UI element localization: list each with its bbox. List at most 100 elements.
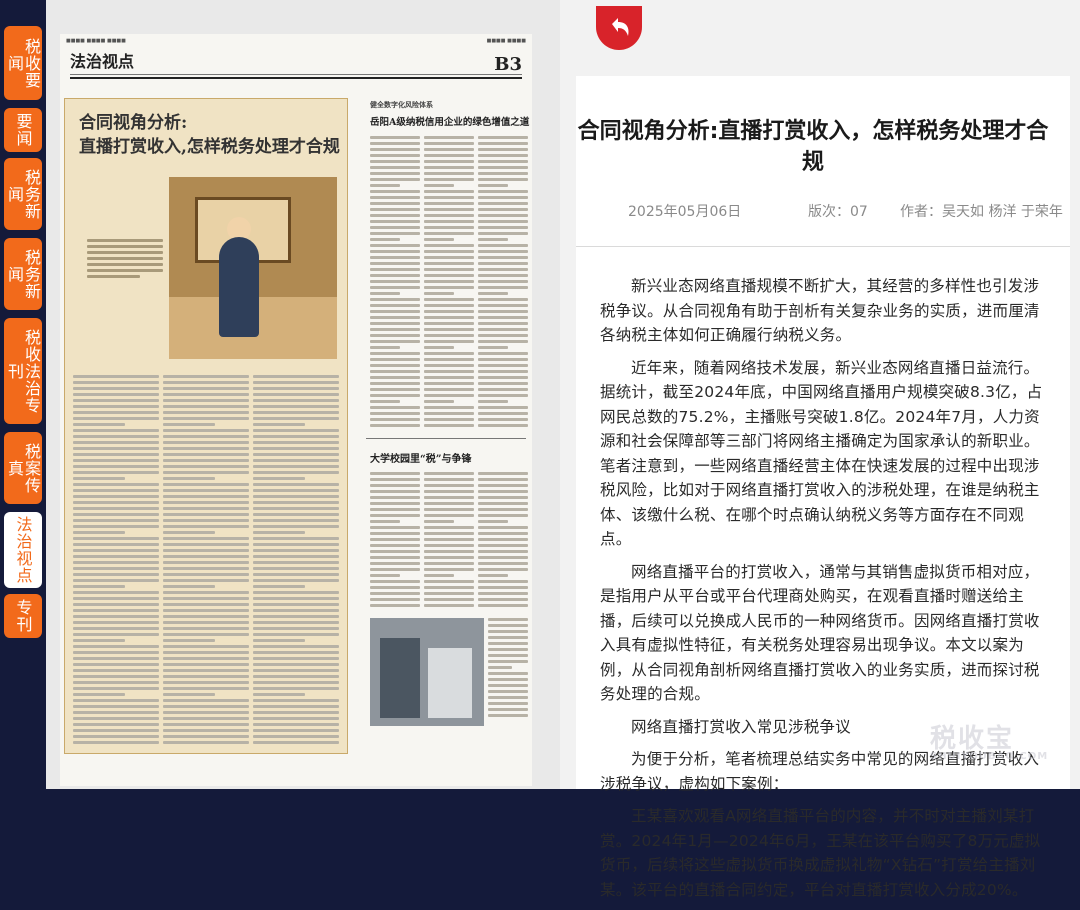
text-line: [478, 178, 528, 181]
text-line: [253, 693, 305, 696]
text-line: [163, 717, 249, 720]
text-line: [424, 292, 454, 295]
tab-tax-headlines[interactable]: 税收要闻: [4, 26, 42, 100]
text-line: [163, 465, 249, 468]
text-line: [478, 208, 528, 211]
text-line: [478, 322, 528, 325]
text-line: [424, 394, 474, 397]
section-tab-bar: 税收要闻 要闻 税务新闻 税务新闻 税收法治专刊 税案传真 法治视点 专刊: [0, 0, 46, 789]
text-line: [73, 585, 125, 588]
back-button[interactable]: [596, 6, 642, 50]
article-body: 新兴业态网络直播规模不断扩大，其经营的多样性也引发涉税争议。从合同视角有助于剖析…: [600, 274, 1050, 910]
text-line: [253, 537, 339, 540]
text-line: [424, 514, 474, 517]
text-line: [424, 538, 474, 541]
text-line: [370, 358, 420, 361]
text-line: [370, 340, 420, 343]
text-line: [163, 459, 249, 462]
text-line: [370, 418, 420, 421]
tab-tax-news-1[interactable]: 税务新闻: [4, 158, 42, 230]
text-line: [424, 490, 474, 493]
text-line: [424, 208, 474, 211]
text-line: [163, 537, 249, 540]
text-line: [253, 579, 339, 582]
text-line: [253, 393, 339, 396]
text-line: [253, 459, 339, 462]
text-line: [163, 735, 249, 738]
text-line: [163, 525, 249, 528]
text-line: [478, 226, 528, 229]
text-line: [488, 618, 528, 621]
text-line: [370, 508, 420, 511]
text-line: [253, 699, 339, 702]
highlighted-article-region[interactable]: 合同视角分析: 直播打赏收入,怎样税务处理才合规: [64, 98, 348, 754]
text-line: [163, 495, 249, 498]
text-line: [73, 645, 159, 648]
text-line: [478, 352, 528, 355]
text-line: [424, 154, 474, 157]
text-line: [370, 268, 420, 271]
text-line: [253, 519, 339, 522]
text-line: [73, 549, 159, 552]
text-line: [478, 244, 528, 247]
newspaper-viewer[interactable]: ■■■■ ■■■■ ■■■■ ■■■■ ■■■■ 法治视点 B3 合同视角分析: …: [46, 0, 606, 789]
tab-legal-viewpoint[interactable]: 法治视点: [4, 512, 42, 588]
text-line: [478, 370, 528, 373]
newspaper-page[interactable]: ■■■■ ■■■■ ■■■■ ■■■■ ■■■■ 法治视点 B3 合同视角分析: …: [60, 34, 532, 786]
text-line: [73, 489, 159, 492]
text-line: [370, 490, 420, 493]
text-line: [424, 568, 474, 571]
text-line: [163, 405, 249, 408]
text-line: [478, 262, 528, 265]
school-text-columns: [370, 472, 528, 610]
tab-special[interactable]: 专刊: [4, 594, 42, 638]
text-line: [424, 286, 474, 289]
text-line: [370, 538, 420, 541]
text-line: [163, 681, 249, 684]
text-line: [163, 669, 249, 672]
article-paragraph: 近年来，随着网络技术发展，新兴业态网络直播日益流行。据统计，截至2024年底，中…: [600, 358, 1043, 549]
tab-tax-law-special[interactable]: 税收法治专刊: [4, 318, 42, 424]
text-line: [163, 627, 249, 630]
text-line: [424, 406, 474, 409]
text-line: [424, 274, 474, 277]
text-line: [424, 508, 474, 511]
tab-tax-case[interactable]: 税案传真: [4, 432, 42, 504]
text-line: [73, 693, 125, 696]
text-line: [478, 136, 528, 139]
text-line: [488, 630, 528, 633]
text-line: [370, 406, 420, 409]
text-line: [424, 598, 474, 601]
text-line: [370, 238, 400, 241]
text-line: [73, 441, 159, 444]
text-line: [163, 705, 249, 708]
text-line: [253, 741, 339, 744]
text-line: [478, 550, 528, 553]
text-line: [163, 657, 249, 660]
tab-tax-news-2[interactable]: 税务新闻: [4, 238, 42, 310]
text-line: [73, 741, 159, 744]
text-line: [478, 190, 528, 193]
text-line: [370, 148, 420, 151]
text-line: [73, 639, 125, 642]
text-line: [73, 723, 159, 726]
text-line: [253, 723, 339, 726]
text-line: [163, 411, 249, 414]
text-line: [424, 484, 474, 487]
text-line: [73, 399, 159, 402]
text-line: [478, 154, 528, 157]
tab-news[interactable]: 要闻: [4, 108, 42, 152]
tab-label: 税务新闻: [5, 168, 41, 220]
text-line: [478, 508, 528, 511]
text-line: [478, 286, 528, 289]
text-line: [424, 238, 454, 241]
text-line: [478, 574, 508, 577]
text-line: [253, 627, 339, 630]
text-line: [424, 532, 474, 535]
text-line: [370, 136, 420, 139]
text-line: [478, 298, 528, 301]
text-line: [73, 675, 159, 678]
article-edition: 版次：07: [808, 204, 868, 220]
text-line: [478, 328, 528, 331]
text-line: [478, 580, 528, 583]
